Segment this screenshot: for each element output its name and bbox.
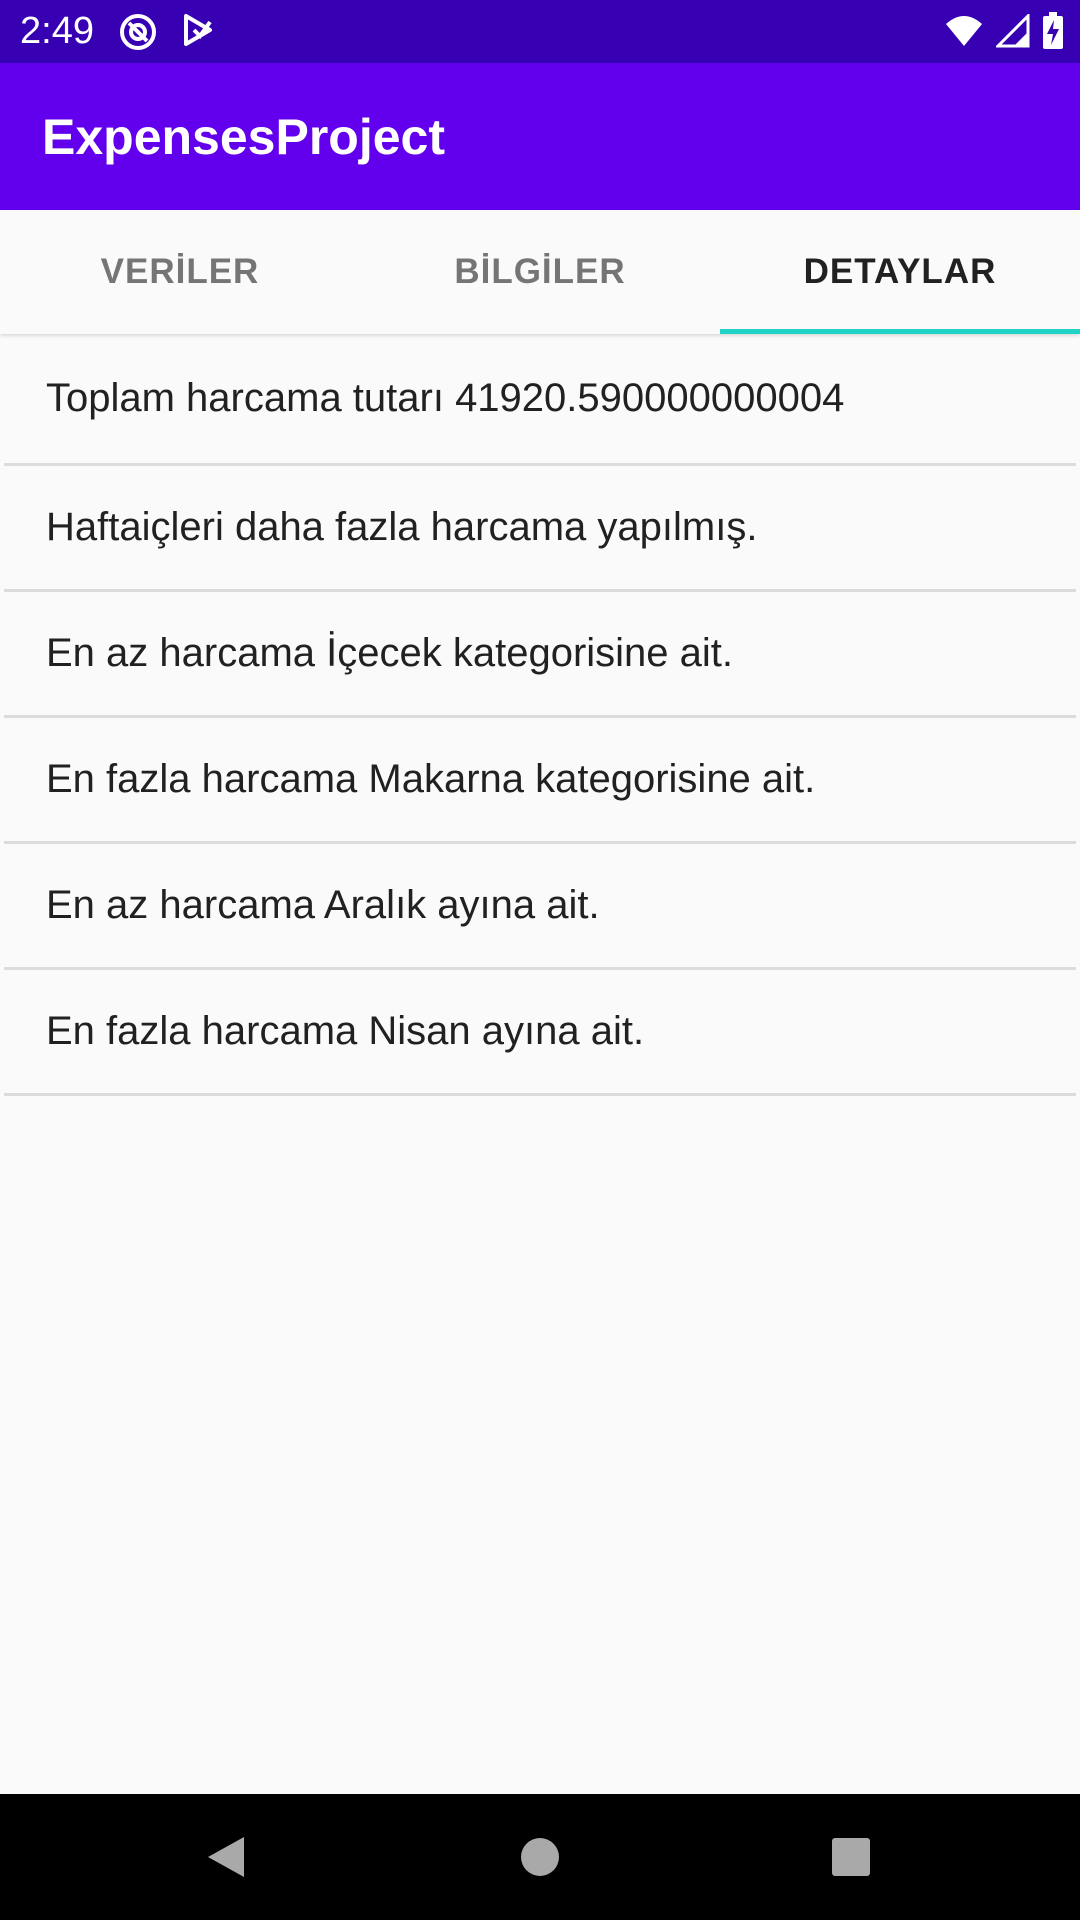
- app-bar: ExpensesProject: [0, 63, 1080, 210]
- play-store-icon: [180, 12, 216, 52]
- tab-veriler[interactable]: VERİLER: [0, 210, 360, 334]
- recents-button[interactable]: [781, 1794, 921, 1920]
- detail-list: Toplam harcama tutarı 41920.590000000004…: [4, 334, 1076, 1096]
- home-icon: [521, 1838, 559, 1876]
- tab-label: DETAYLAR: [803, 252, 997, 291]
- home-button[interactable]: [470, 1794, 610, 1920]
- status-system-icons: [944, 12, 1064, 50]
- at-sign-icon: [118, 12, 158, 52]
- status-notification-icons: [118, 12, 216, 52]
- wifi-icon: [944, 14, 984, 48]
- status-bar: 2:49: [0, 0, 1080, 63]
- status-time: 2:49: [20, 10, 94, 52]
- screen: 2:49 ExpensesProject VERİLER BİLGİLER DE…: [0, 0, 1080, 1920]
- list-item[interactable]: Haftaiçleri daha fazla harcama yapılmış.: [4, 466, 1076, 592]
- back-button[interactable]: [156, 1794, 296, 1920]
- recents-icon: [832, 1838, 870, 1876]
- app-title: ExpensesProject: [42, 109, 445, 165]
- navigation-bar: [0, 1794, 1080, 1920]
- tab-detaylar[interactable]: DETAYLAR: [720, 210, 1080, 334]
- list-item[interactable]: En fazla harcama Makarna kategorisine ai…: [4, 718, 1076, 844]
- list-item[interactable]: En az harcama İçecek kategorisine ait.: [4, 592, 1076, 718]
- tab-bar: VERİLER BİLGİLER DETAYLAR: [0, 210, 1080, 334]
- list-item[interactable]: Toplam harcama tutarı 41920.590000000004: [4, 334, 1076, 466]
- tab-label: BİLGİLER: [454, 252, 626, 291]
- list-item[interactable]: En fazla harcama Nisan ayına ait.: [4, 970, 1076, 1096]
- signal-icon: [996, 14, 1030, 48]
- tab-label: VERİLER: [100, 252, 260, 291]
- back-icon: [208, 1837, 244, 1877]
- battery-charging-icon: [1042, 12, 1064, 50]
- list-item[interactable]: En az harcama Aralık ayına ait.: [4, 844, 1076, 970]
- tab-bilgiler[interactable]: BİLGİLER: [360, 210, 720, 334]
